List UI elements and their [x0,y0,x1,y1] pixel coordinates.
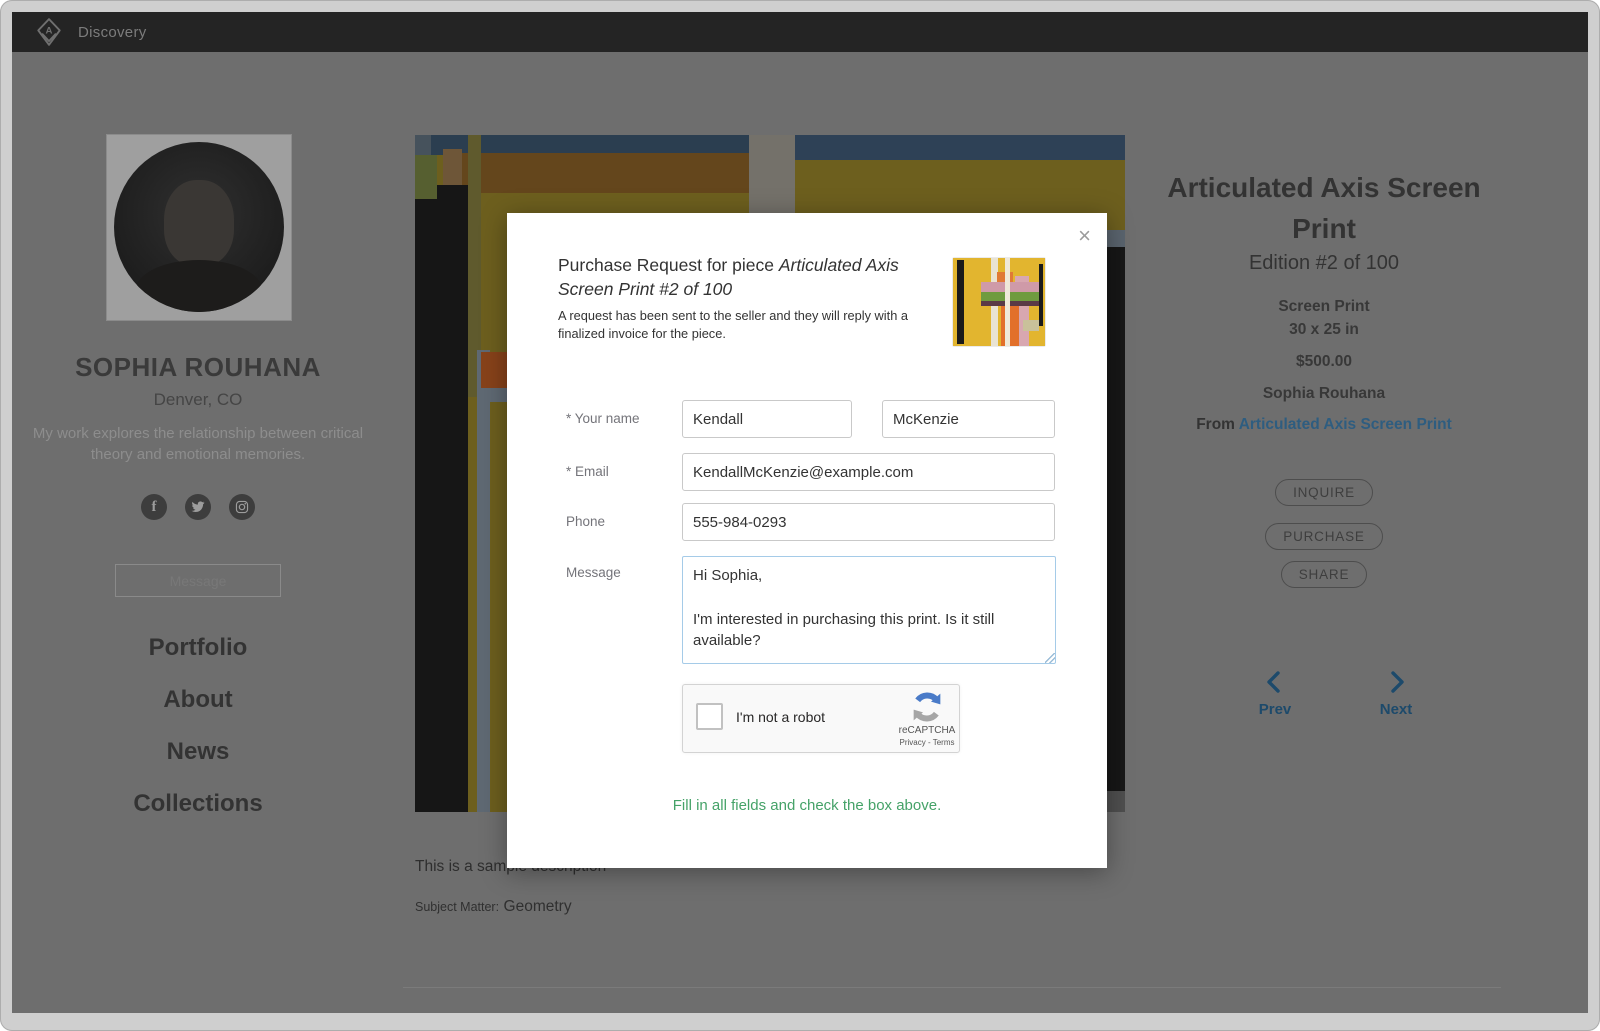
close-icon[interactable]: × [1074,221,1095,251]
first-name-input[interactable] [682,400,852,438]
brand-home-link[interactable]: A Discovery [36,16,147,48]
window-frame: A Discovery SOPHIA ROUHANA Denver, CO My… [0,0,1600,1031]
purchase-request-modal: × Purchase Request for piece Articulated… [507,213,1107,868]
phone-input[interactable] [682,503,1055,541]
recaptcha-brand: reCAPTCHA [881,725,973,736]
artwork-thumbnail [953,258,1045,346]
top-navigation-bar: A Discovery [12,12,1588,52]
textarea-resize-handle[interactable] [1045,653,1055,663]
brand-logo-icon: A [36,17,62,47]
recaptcha-privacy-terms-links[interactable]: Privacy - Terms [881,738,973,747]
message-field-label: Message [566,565,621,580]
page-content: SOPHIA ROUHANA Denver, CO My work explor… [12,52,1588,1013]
name-field-label: * Your name [566,411,640,426]
svg-text:A: A [46,26,53,37]
email-input[interactable] [682,453,1055,491]
form-status-message: Fill in all fields and check the box abo… [507,797,1107,814]
recaptcha-widget: I'm not a robot reCAPTCHA Privacy - Term… [682,684,960,753]
recaptcha-label: I'm not a robot [736,709,825,725]
recaptcha-logo-icon [911,691,943,723]
modal-subtitle: A request has been sent to the seller an… [558,307,948,343]
modal-title-prefix: Purchase Request for piece [558,255,779,275]
brand-label: Discovery [78,24,147,41]
browser-viewport: A Discovery SOPHIA ROUHANA Denver, CO My… [12,12,1588,1013]
last-name-input[interactable] [882,400,1055,438]
recaptcha-checkbox[interactable] [696,703,723,730]
message-textarea[interactable]: Hi Sophia, I'm interested in purchasing … [682,556,1056,664]
email-field-label: * Email [566,464,609,479]
modal-title: Purchase Request for piece Articulated A… [558,253,958,301]
phone-field-label: Phone [566,514,605,529]
